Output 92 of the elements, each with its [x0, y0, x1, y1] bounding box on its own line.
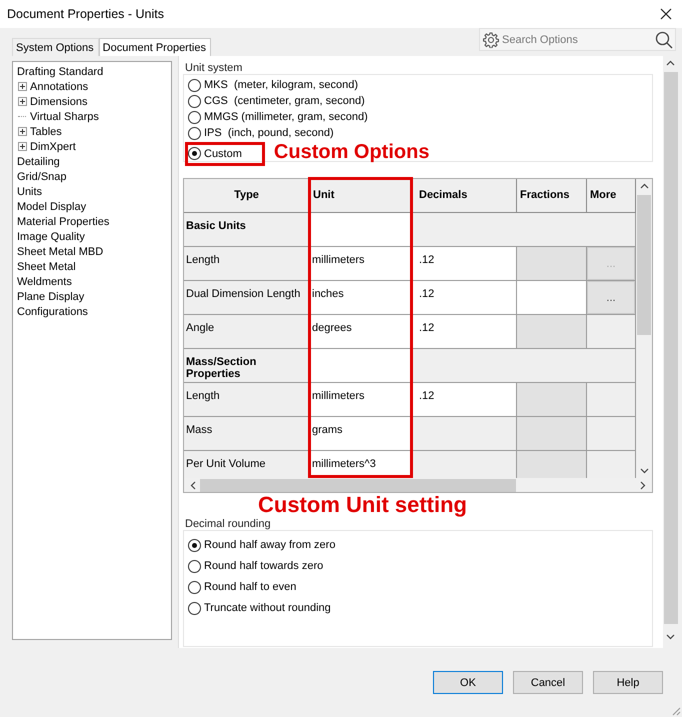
group-label: Decimal rounding: [184, 518, 272, 530]
table-cell: Length: [184, 383, 310, 417]
tree-item[interactable]: Sheet Metal MBD: [17, 246, 104, 258]
radio-label[interactable]: MMGS (millimeter, gram, second): [204, 111, 368, 123]
tab[interactable]: System Options: [12, 38, 99, 56]
tree-item[interactable]: Image Quality: [17, 230, 85, 242]
radio-button[interactable]: [188, 94, 201, 108]
table-cell[interactable]: .12: [412, 315, 517, 349]
group-heading: Basic Units: [184, 213, 310, 247]
expand-icon[interactable]: [18, 97, 27, 106]
radio-label[interactable]: MKS (meter, kilogram, second): [204, 79, 358, 91]
column-header[interactable]: Decimals: [412, 179, 517, 213]
radio-label[interactable]: Round half towards zero: [204, 560, 324, 572]
table-cell[interactable]: [517, 315, 587, 349]
radio-button[interactable]: [188, 538, 201, 552]
more-button[interactable]: ...: [587, 281, 635, 314]
tree-item[interactable]: Drafting Standard: [17, 66, 104, 78]
table-cell: Per Unit Volume: [184, 451, 310, 478]
radio-label[interactable]: Custom: [204, 148, 242, 160]
radio-button[interactable]: [188, 580, 201, 594]
horizontal-scrollbar[interactable]: [184, 478, 652, 492]
table-cell: Angle: [184, 315, 310, 349]
column-header[interactable]: Fractions: [517, 179, 587, 213]
tree-item[interactable]: Dimensions: [30, 96, 88, 108]
table-cell: [587, 451, 636, 478]
search-input[interactable]: Search Options: [502, 34, 652, 46]
dialog-button[interactable]: Cancel: [513, 671, 583, 694]
search-field[interactable]: Search Options: [479, 28, 676, 51]
group-label: Unit system: [184, 62, 244, 74]
radio-label[interactable]: CGS (centimeter, gram, second): [204, 95, 365, 107]
scroll-thumb[interactable]: [637, 195, 651, 335]
expand-icon[interactable]: [18, 142, 27, 151]
vertical-scrollbar[interactable]: [636, 179, 652, 478]
scroll-up-icon[interactable]: [666, 60, 675, 66]
radio-label[interactable]: IPS (inch, pound, second): [204, 127, 334, 139]
tree-item[interactable]: DimXpert: [30, 140, 76, 152]
scroll-left-icon[interactable]: [190, 480, 196, 490]
tree-item[interactable]: Tables: [30, 126, 62, 138]
group-heading: Mass/Section Properties: [184, 349, 310, 383]
radio-label[interactable]: Round half away from zero: [204, 539, 336, 551]
annotation-label: Custom Unit setting: [257, 492, 468, 518]
tab[interactable]: Document Properties: [98, 38, 211, 56]
resize-grip-icon[interactable]: [671, 706, 681, 716]
table-cell[interactable]: .12: [412, 383, 517, 417]
scroll-down-icon[interactable]: [640, 468, 648, 474]
window-title: Document Properties - Units: [7, 7, 164, 21]
dialog-button[interactable]: OK: [433, 671, 503, 694]
expand-icon[interactable]: [18, 82, 27, 91]
table-cell[interactable]: .12: [412, 247, 517, 281]
tree-item[interactable]: Sheet Metal: [17, 260, 76, 272]
tree-item[interactable]: Virtual Sharps: [30, 110, 99, 122]
table-cell[interactable]: [517, 281, 587, 315]
radio-button[interactable]: [188, 560, 201, 572]
tree-item[interactable]: Detailing: [17, 156, 60, 168]
table-cell[interactable]: [517, 417, 587, 451]
radio-button[interactable]: [188, 602, 201, 614]
tree-item[interactable]: Units: [17, 186, 42, 198]
table-cell: [587, 383, 636, 417]
gear-icon: [483, 32, 499, 48]
radio-label[interactable]: Round half to even: [204, 581, 296, 593]
column-header[interactable]: Type: [184, 179, 310, 213]
tree-item[interactable]: Model Display: [17, 200, 86, 212]
radio-label[interactable]: Truncate without rounding: [204, 602, 331, 614]
tree-item[interactable]: Annotations: [30, 80, 88, 92]
table-cell: Dual Dimension Length: [184, 281, 310, 315]
annotation-label: Custom Options: [274, 141, 430, 163]
tree-item[interactable]: Weldments: [17, 276, 72, 288]
radio-button[interactable]: [188, 110, 201, 124]
tree-item[interactable]: Grid/Snap: [17, 170, 67, 182]
tree-item[interactable]: Configurations: [17, 306, 88, 318]
scroll-thumb[interactable]: [200, 478, 516, 492]
column-header[interactable]: Unit: [310, 179, 412, 213]
radio-button[interactable]: [188, 78, 201, 92]
table-cell[interactable]: .12: [412, 281, 517, 315]
table-cell[interactable]: [517, 451, 587, 478]
table-cell[interactable]: [517, 383, 587, 417]
radio-button[interactable]: [188, 126, 201, 140]
tree-item[interactable]: Material Properties: [17, 216, 110, 228]
table-cell: Mass: [184, 417, 310, 451]
close-icon[interactable]: [660, 8, 672, 20]
scroll-up-icon[interactable]: [640, 183, 648, 189]
scroll-right-icon[interactable]: [640, 480, 646, 490]
expand-icon[interactable]: [18, 127, 27, 136]
column-header[interactable]: More: [587, 179, 636, 213]
tree-item[interactable]: Plane Display: [17, 290, 84, 302]
table-cell: Length: [184, 247, 310, 281]
table-cell[interactable]: [517, 247, 587, 281]
radio-button[interactable]: [188, 147, 201, 160]
scroll-down-icon[interactable]: [666, 634, 675, 640]
search-icon[interactable]: [655, 30, 673, 48]
dialog-button[interactable]: Help: [593, 671, 663, 694]
table-cell: [587, 417, 636, 451]
